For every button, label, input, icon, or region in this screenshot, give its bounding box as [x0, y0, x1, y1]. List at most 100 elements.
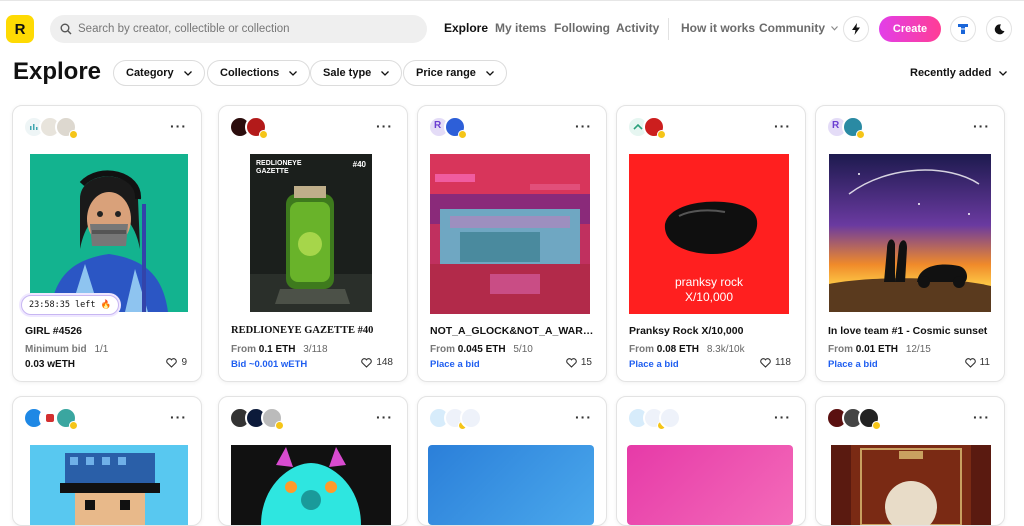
- edition-count: 5/10: [513, 344, 533, 355]
- more-options-button[interactable]: ···: [575, 409, 592, 425]
- more-options-button[interactable]: ···: [376, 118, 393, 134]
- nft-image[interactable]: [231, 445, 391, 525]
- nft-card[interactable]: ···: [616, 396, 806, 526]
- nft-image[interactable]: [831, 445, 991, 525]
- nav-my-items[interactable]: My items: [495, 21, 546, 35]
- place-bid-link[interactable]: Place a bid: [629, 359, 679, 370]
- rari-token-button[interactable]: [950, 16, 976, 42]
- rari-token-icon: [958, 24, 968, 34]
- nav-how-it-works[interactable]: How it works: [681, 21, 755, 35]
- bid-link[interactable]: Bid ~0.001 wETH: [231, 359, 307, 370]
- price-prefix: Minimum bid: [25, 344, 87, 355]
- search-input[interactable]: [78, 23, 408, 35]
- place-bid-link[interactable]: Place a bid: [430, 359, 480, 370]
- like-button[interactable]: 118: [760, 357, 791, 368]
- card-title[interactable]: GIRL #4526: [25, 325, 190, 337]
- rarible-mini-icon: R: [434, 120, 442, 131]
- owner-avatar[interactable]: [643, 116, 666, 139]
- nft-image[interactable]: REDLIONEYE GAZETTE #40: [250, 154, 372, 312]
- nft-image[interactable]: [428, 445, 594, 525]
- card-price-line: From 0.08 ETH 8.3k/10k: [629, 344, 745, 355]
- nft-card[interactable]: ··· pranksy rock X/10,000 Pranksy Rock X…: [616, 105, 806, 382]
- owner-avatar[interactable]: [245, 116, 268, 139]
- more-options-button[interactable]: ···: [973, 409, 990, 425]
- more-options-button[interactable]: ···: [575, 118, 592, 134]
- nft-image[interactable]: [829, 154, 991, 312]
- like-button[interactable]: 11: [964, 357, 990, 368]
- create-button[interactable]: Create: [879, 16, 941, 42]
- nft-card[interactable]: ···: [815, 396, 1005, 526]
- card-title[interactable]: In love team #1 - Cosmic sunset: [828, 325, 993, 337]
- owner-avatar[interactable]: [659, 407, 681, 429]
- more-options-button[interactable]: ···: [376, 409, 393, 425]
- page-title: Explore: [13, 58, 102, 85]
- card-title[interactable]: Pranksy Rock X/10,000: [629, 325, 794, 337]
- bolt-button[interactable]: [843, 16, 869, 42]
- more-options-button[interactable]: ···: [170, 409, 187, 425]
- like-button[interactable]: 9: [166, 357, 187, 368]
- owner-avatar[interactable]: [858, 407, 881, 430]
- owner-avatar[interactable]: [55, 116, 78, 139]
- nft-image[interactable]: [627, 445, 793, 525]
- price-prefix: From: [231, 344, 256, 355]
- card-avatars: [428, 407, 482, 430]
- owner-avatar[interactable]: [261, 407, 284, 430]
- more-options-button[interactable]: ···: [774, 409, 791, 425]
- card-avatars: R: [826, 116, 865, 139]
- price-prefix: From: [629, 344, 654, 355]
- more-options-button[interactable]: ···: [170, 118, 187, 134]
- card-avatars: [23, 407, 78, 430]
- card-title[interactable]: NOT_A_GLOCK&NOT_A_WARHOL: [430, 325, 595, 337]
- card-title[interactable]: REDLIONEYE GAZETTE #40: [231, 325, 396, 336]
- filter-label: Collections: [220, 67, 280, 79]
- nft-image[interactable]: pranksy rock X/10,000: [629, 154, 789, 314]
- filter-price-range[interactable]: Price range: [403, 60, 507, 86]
- price-value: 0.045 ETH: [457, 344, 506, 355]
- search-bar[interactable]: [50, 15, 427, 43]
- nft-card[interactable]: ··· GIRL #4526 Minimum bid 1/1 0.03 wETH…: [12, 105, 202, 382]
- heart-icon: [760, 357, 771, 368]
- nft-card[interactable]: ··· REDLIONEYE GAZETTE #40 REDLIONEYE GA…: [218, 105, 408, 382]
- more-options-button[interactable]: ···: [774, 118, 791, 134]
- nft-image[interactable]: [30, 154, 188, 312]
- nft-card[interactable]: R ··· NOT_A_GLOCK&NOT_A_WARHOL From 0.04…: [417, 105, 607, 382]
- sort-dropdown[interactable]: Recently added: [910, 67, 1008, 79]
- nft-card[interactable]: ···: [417, 396, 607, 526]
- nav-following[interactable]: Following: [554, 21, 610, 35]
- bolt-icon: [852, 23, 860, 35]
- place-bid-link[interactable]: Place a bid: [828, 359, 878, 370]
- rarible-logo[interactable]: R: [6, 15, 34, 43]
- price-prefix: From: [430, 344, 455, 355]
- nft-card[interactable]: R ··· In love team #1 - Cosmic sunset Fr…: [815, 105, 1005, 382]
- owner-avatar[interactable]: [444, 116, 467, 139]
- nft-card[interactable]: ···: [12, 396, 202, 526]
- filter-category[interactable]: Category: [113, 60, 205, 86]
- card-bid-value: 0.03 wETH: [25, 359, 76, 370]
- theme-toggle[interactable]: [986, 16, 1012, 42]
- owner-avatar[interactable]: [55, 407, 78, 430]
- owner-avatar[interactable]: [842, 116, 865, 139]
- nav-explore[interactable]: Explore: [444, 21, 488, 35]
- more-options-button[interactable]: ···: [973, 118, 990, 134]
- chevron-down-icon: [183, 70, 192, 76]
- verified-badge: [458, 130, 467, 139]
- card-price-line: From 0.045 ETH 5/10: [430, 344, 533, 355]
- nav-community[interactable]: Community: [759, 21, 839, 35]
- verified-badge: [275, 421, 284, 430]
- rock-caption-line2: X/10,000: [684, 290, 734, 304]
- filter-collections[interactable]: Collections: [207, 60, 311, 86]
- edition-count: 1/1: [94, 344, 109, 355]
- card-avatars: [229, 116, 268, 139]
- owner-avatar[interactable]: [460, 407, 482, 429]
- nft-card[interactable]: ···: [218, 396, 408, 526]
- nft-image[interactable]: [430, 154, 590, 314]
- verified-badge: [657, 130, 666, 139]
- like-button[interactable]: 15: [566, 357, 592, 368]
- filter-sale-type[interactable]: Sale type: [310, 60, 403, 86]
- like-button[interactable]: 148: [361, 357, 393, 368]
- nft-image[interactable]: [30, 445, 188, 525]
- nav-activity[interactable]: Activity: [616, 21, 659, 35]
- card-price-line: From 0.01 ETH 12/15: [828, 344, 931, 355]
- red-badge-icon: [46, 414, 54, 422]
- like-count: 11: [979, 357, 990, 368]
